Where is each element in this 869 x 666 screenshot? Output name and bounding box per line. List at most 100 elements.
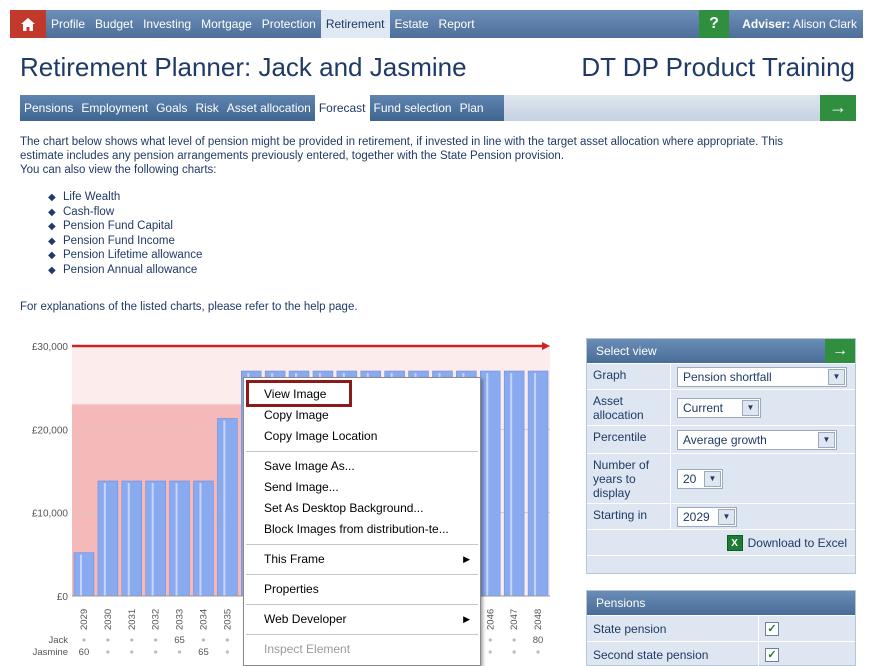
second-state-pension-row: Second state pension ✓	[587, 641, 855, 666]
graph-value: Pension shortfall	[683, 369, 772, 384]
menu-separator	[246, 544, 478, 545]
starting-label: Starting in	[587, 504, 671, 529]
state-pension-row: State pension ✓	[587, 615, 855, 642]
menu-separator	[246, 634, 478, 635]
nav-budget[interactable]: Budget	[90, 10, 138, 38]
bar	[73, 552, 95, 597]
submenu-arrow-icon: ▶	[463, 554, 470, 564]
tab-pensions[interactable]: Pensions	[20, 95, 77, 121]
years-row: Number of years to display 20 ▼	[587, 453, 855, 503]
menu-web-developer[interactable]: Web Developer ▶	[244, 609, 480, 630]
x-tick-label: 2046	[485, 609, 496, 630]
page-title: Retirement Planner: Jack and Jasmine	[20, 52, 467, 82]
pensions-title: Pensions	[596, 596, 646, 610]
list-item[interactable]: ◆ Pension Fund Capital	[48, 219, 202, 234]
list-item[interactable]: ◆ Life Wealth	[48, 190, 202, 205]
years-select[interactable]: 20 ▼	[677, 468, 723, 489]
asset-allocation-select[interactable]: Current ▼	[677, 397, 761, 418]
x-tick-label: 2035	[222, 609, 233, 630]
charts-list: ◆ Life Wealth ◆ Cash-flow ◆ Pension Fund Ca…	[48, 190, 202, 277]
asset-allocation-label: Asset allocation	[587, 390, 671, 425]
excel-icon: X	[726, 534, 743, 551]
menu-copy-image-location[interactable]: Copy Image Location	[244, 426, 480, 447]
age-label: 65	[198, 647, 209, 658]
download-excel-link[interactable]: X Download to Excel	[587, 529, 855, 555]
list-item[interactable]: ◆ Pension Lifetime allowance	[48, 248, 202, 263]
select-view-panel: Select view → Graph Pension shortfall ▼ …	[586, 338, 856, 574]
intro-line-1: The chart below shows what level of pens…	[20, 136, 784, 148]
percentile-label: Percentile	[587, 426, 671, 453]
list-item[interactable]: ◆ Cash-flow	[48, 205, 202, 220]
bullet-icon: ◆	[48, 206, 56, 218]
age-label: 80	[533, 635, 544, 646]
nav-investing[interactable]: Investing	[138, 10, 196, 38]
bullet-icon: ◆	[48, 264, 56, 276]
menu-properties[interactable]: Properties	[244, 579, 480, 600]
top-navigation: Profile Budget Investing Mortgage Protec…	[10, 10, 863, 38]
x-tick-label: 2048	[533, 609, 544, 630]
nav-report[interactable]: Report	[434, 10, 480, 38]
product-name: DT DP Product Training	[581, 52, 855, 82]
nav-profile[interactable]: Profile	[46, 10, 90, 38]
age-dot	[154, 650, 158, 654]
list-item[interactable]: ◆ Pension Fund Income	[48, 234, 202, 249]
submenu-arrow-icon: ▶	[463, 614, 470, 624]
bar	[145, 480, 166, 597]
x-tick-label: 2032	[151, 609, 162, 630]
tab-goals[interactable]: Goals	[152, 95, 191, 121]
tab-asset-allocation[interactable]: Asset allocation	[223, 95, 315, 121]
menu-send-image[interactable]: Send Image...	[244, 477, 480, 498]
tab-employment[interactable]: Employment	[77, 95, 152, 121]
bar	[193, 480, 214, 597]
list-item[interactable]: ◆ Pension Annual allowance	[48, 263, 202, 278]
menu-set-desktop-background[interactable]: Set As Desktop Background...	[244, 498, 480, 519]
graph-select[interactable]: Pension shortfall ▼	[677, 366, 847, 387]
age-dot	[106, 650, 110, 654]
nav-protection[interactable]: Protection	[257, 10, 321, 38]
age-dot	[201, 638, 206, 642]
select-view-title: Select view	[596, 344, 657, 358]
home-button[interactable]	[10, 10, 46, 38]
menu-copy-image[interactable]: Copy Image	[244, 405, 480, 426]
second-state-pension-checkbox[interactable]: ✓	[765, 647, 779, 662]
tab-plan[interactable]: Plan	[456, 95, 488, 121]
starting-select[interactable]: 2029 ▼	[677, 506, 737, 527]
age-dot	[488, 650, 492, 654]
asset-allocation-row: Asset allocation Current ▼	[587, 389, 855, 425]
second-state-pension-label: Second state pension	[587, 641, 759, 666]
next-arrow-button[interactable]: →	[820, 95, 856, 121]
percentile-select[interactable]: Average growth ▼	[677, 429, 837, 450]
menu-view-image[interactable]: View Image	[244, 384, 480, 405]
bullet-icon: ◆	[48, 250, 56, 261]
menu-this-frame[interactable]: This Frame ▶	[244, 549, 480, 570]
intro-line-3: You can also view the following charts:	[20, 164, 217, 176]
explain-text: For explanations of the listed charts, p…	[20, 301, 358, 313]
adviser-info: Adviser: Alison Clark	[742, 10, 857, 38]
adviser-label: Adviser:	[742, 17, 791, 31]
menu-separator	[246, 604, 478, 605]
tab-fund-selection[interactable]: Fund selection	[370, 95, 456, 121]
panel-footer	[587, 555, 855, 573]
age-dot	[177, 650, 182, 654]
sub-navigation: Pensions Employment Goals Risk Asset all…	[20, 95, 856, 121]
nav-retirement[interactable]: Retirement	[320, 10, 390, 38]
menu-block-images[interactable]: Block Images from distribution-te...	[244, 519, 480, 540]
nav-estate[interactable]: Estate	[390, 10, 434, 38]
state-pension-checkbox[interactable]: ✓	[765, 621, 779, 636]
age-label: 65	[174, 635, 185, 646]
intro-text: The chart below shows what level of pens…	[20, 135, 840, 177]
select-view-header: Select view →	[587, 339, 855, 363]
percentile-value: Average growth	[683, 432, 767, 447]
nav-mortgage[interactable]: Mortgage	[196, 10, 257, 38]
menu-this-frame-label: This Frame	[264, 552, 325, 566]
menu-save-image-as[interactable]: Save Image As...	[244, 456, 480, 477]
graph-row: Graph Pension shortfall ▼	[587, 363, 855, 389]
apply-arrow-button[interactable]: →	[825, 339, 855, 363]
age-dot	[512, 638, 516, 642]
tab-forecast[interactable]: Forecast	[314, 95, 370, 121]
help-button[interactable]: ?	[699, 10, 729, 38]
x-tick-label: 2033	[175, 609, 186, 630]
tab-risk[interactable]: Risk	[191, 95, 222, 121]
menu-separator	[246, 451, 478, 452]
adviser-name: Alison Clark	[792, 17, 857, 31]
